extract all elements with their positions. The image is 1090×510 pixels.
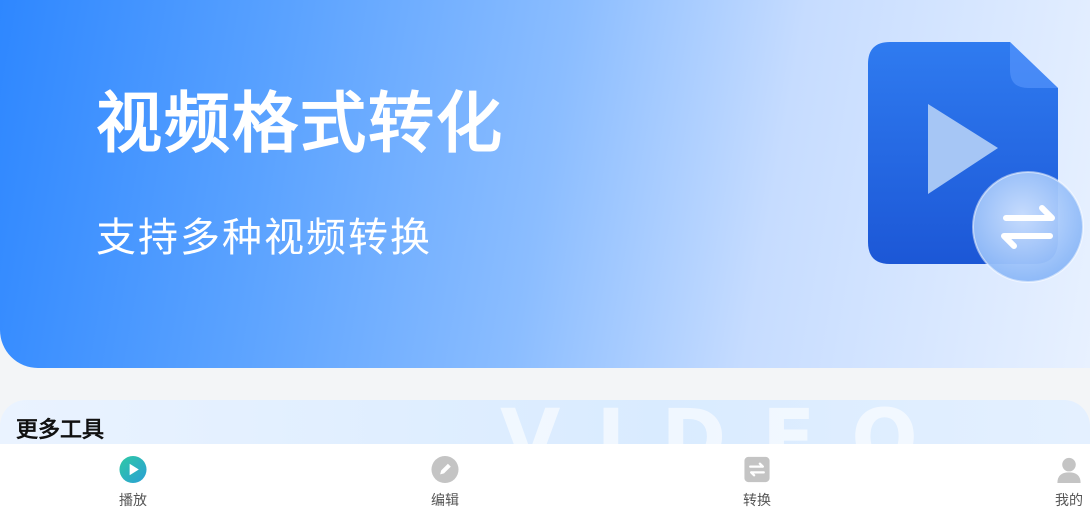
banner-subtitle: 支持多种视频转换 <box>96 215 432 261</box>
edit-icon <box>431 455 459 484</box>
tab-edit[interactable]: 编辑 <box>385 444 505 510</box>
play-icon <box>119 455 147 484</box>
bottom-tab-bar: 播放 编辑 转换 我的 <box>0 444 1090 510</box>
tab-mine-label: 我的 <box>1055 493 1083 509</box>
promo-banner[interactable]: 视频格式转化 支持多种视频转换 <box>0 0 1090 368</box>
convert-icon <box>744 456 770 483</box>
video-convert-icon <box>868 42 1084 283</box>
banner-title: 视频格式转化 <box>96 85 504 162</box>
tab-mine[interactable]: 我的 <box>1009 444 1090 510</box>
tab-convert[interactable]: 转换 <box>697 444 817 510</box>
tab-play[interactable]: 播放 <box>73 444 193 510</box>
user-icon <box>1057 457 1081 484</box>
more-tools-title: 更多工具 <box>16 418 105 443</box>
tab-convert-label: 转换 <box>743 493 771 509</box>
tab-play-label: 播放 <box>119 493 147 509</box>
tab-edit-label: 编辑 <box>431 493 459 509</box>
